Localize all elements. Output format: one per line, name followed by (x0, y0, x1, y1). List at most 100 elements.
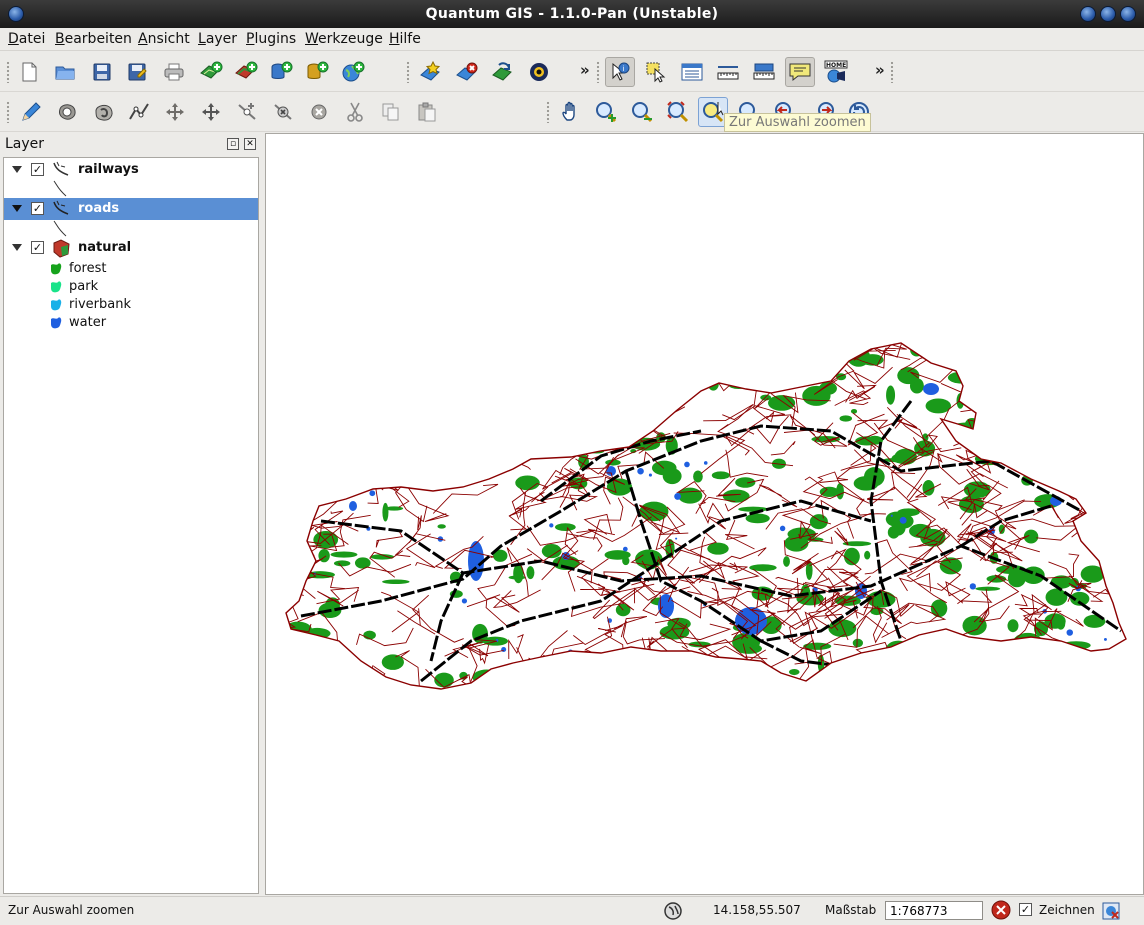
delete-vertex-button[interactable] (268, 97, 298, 127)
polygon-capture-icon (59, 104, 76, 120)
scale-input[interactable] (885, 901, 983, 920)
add-part-button[interactable] (124, 97, 154, 127)
zoom-out-button[interactable] (627, 97, 657, 127)
add-postgis-layer-button[interactable] (266, 57, 296, 87)
coordinate-toggle-icon[interactable] (663, 901, 683, 921)
open-project-button[interactable] (50, 57, 80, 87)
identify-features-button[interactable]: i (605, 57, 635, 87)
menu-datei[interactable]: Datei (8, 31, 45, 47)
menu-ansicht[interactable]: Ansicht (138, 31, 190, 47)
measure-line-button[interactable] (713, 57, 743, 87)
measure-area-button[interactable] (749, 57, 779, 87)
toolbar-grip[interactable] (546, 101, 550, 123)
new-vector-layer-button[interactable] (416, 57, 446, 87)
projection-status-icon[interactable] (1101, 901, 1121, 921)
remove-layer-button[interactable] (452, 57, 482, 87)
expand-arrow-icon[interactable] (12, 244, 22, 251)
map-tips-button[interactable] (785, 57, 815, 87)
lake (923, 383, 939, 395)
forest-patch (486, 412, 508, 427)
window-menu-icon[interactable] (8, 6, 24, 22)
render-checkbox[interactable]: ✓ (1019, 903, 1032, 916)
add-all-to-overview-button[interactable] (488, 57, 518, 87)
panel-close-icon[interactable]: ✕ (244, 138, 256, 150)
expand-arrow-icon[interactable] (12, 166, 22, 173)
road-line (326, 365, 357, 385)
pencil-icon (22, 102, 41, 121)
capture-polygon-button[interactable] (52, 97, 82, 127)
scissors-icon (347, 102, 363, 122)
add-wms-layer-button[interactable] (338, 57, 368, 87)
copy-features-button[interactable] (376, 97, 406, 127)
legend-label: water (69, 315, 107, 330)
toolbar-grip[interactable] (596, 61, 600, 83)
cut-features-button[interactable] (340, 97, 370, 127)
layer-visibility-checkbox[interactable]: ✓ (31, 163, 44, 176)
forest-patch (802, 385, 831, 406)
new-project-button[interactable] (14, 57, 44, 87)
save-project-button[interactable] (87, 57, 117, 87)
forest-patch (852, 638, 864, 648)
toggle-editing-button[interactable] (16, 97, 46, 127)
close-icon[interactable] (1120, 6, 1136, 22)
new-bookmark-button[interactable]: HOME (821, 57, 851, 87)
forest-patch (834, 661, 854, 668)
pan-map-button[interactable] (556, 97, 586, 127)
capture-ring-button[interactable] (88, 97, 118, 127)
road-line (898, 572, 931, 592)
print-button[interactable] (159, 57, 189, 87)
forest-patch (443, 344, 462, 358)
menu-bearbeiten[interactable]: Bearbeiten (55, 31, 132, 47)
zoom-in-button[interactable] (591, 97, 621, 127)
layer-row-railways[interactable]: ✓ railways (4, 159, 258, 181)
road-line (495, 672, 516, 689)
status-message: Zur Auswahl zoomen (8, 903, 135, 917)
zoom-full-button[interactable] (663, 97, 693, 127)
toolbar-grip[interactable] (406, 61, 410, 83)
add-vertex-button[interactable] (232, 97, 262, 127)
toolbar-grip[interactable] (6, 101, 10, 123)
toolbar-overflow-button[interactable]: » (875, 61, 885, 79)
layer-visibility-checkbox[interactable]: ✓ (31, 202, 44, 215)
window-title: Quantum GIS - 1.1.0-Pan (Unstable) (425, 6, 719, 22)
stop-render-icon[interactable] (991, 900, 1011, 920)
delete-selected-button[interactable] (304, 97, 334, 127)
add-spatialite-layer-button[interactable] (302, 57, 332, 87)
add-raster-layer-button[interactable] (231, 57, 261, 87)
maximize-icon[interactable] (1100, 6, 1116, 22)
add-vector-layer-button[interactable] (196, 57, 226, 87)
paste-features-button[interactable] (412, 97, 442, 127)
map-canvas[interactable] (265, 133, 1144, 895)
layer-row-roads[interactable]: ✓ roads (4, 198, 258, 220)
move-feature-button[interactable] (160, 97, 190, 127)
select-features-button[interactable] (641, 57, 671, 87)
layer-row-natural[interactable]: ✓ natural (4, 237, 258, 259)
show-all-layers-button[interactable] (524, 57, 554, 87)
forest-patch (333, 460, 352, 473)
menu-werkzeuge[interactable]: Werkzeuge (305, 31, 383, 47)
vertex-add-icon (129, 103, 149, 120)
menu-hilfe[interactable]: Hilfe (389, 31, 421, 47)
toolbar-grip[interactable] (890, 61, 894, 83)
road-line (539, 362, 582, 387)
expand-arrow-icon[interactable] (12, 205, 22, 212)
road-line (635, 392, 668, 425)
menu-layer[interactable]: Layer (198, 31, 237, 47)
water-patch (509, 352, 516, 359)
road-line (543, 654, 611, 673)
map-render[interactable] (266, 134, 1144, 895)
menu-plugins[interactable]: Plugins (246, 31, 296, 47)
water-patch (984, 411, 988, 415)
road-line (296, 558, 317, 582)
road-line (657, 682, 697, 689)
toolbar-grip[interactable] (6, 61, 10, 83)
layer-visibility-checkbox[interactable]: ✓ (31, 241, 44, 254)
minimize-icon[interactable] (1080, 6, 1096, 22)
panel-float-icon[interactable]: ▫ (227, 138, 239, 150)
forest-patch (975, 586, 1001, 591)
open-attribute-table-button[interactable] (677, 57, 707, 87)
road-line (964, 672, 1019, 689)
toolbar-overflow-button[interactable]: » (580, 61, 590, 79)
move-vertex-button[interactable] (196, 97, 226, 127)
save-as-button[interactable] (122, 57, 152, 87)
